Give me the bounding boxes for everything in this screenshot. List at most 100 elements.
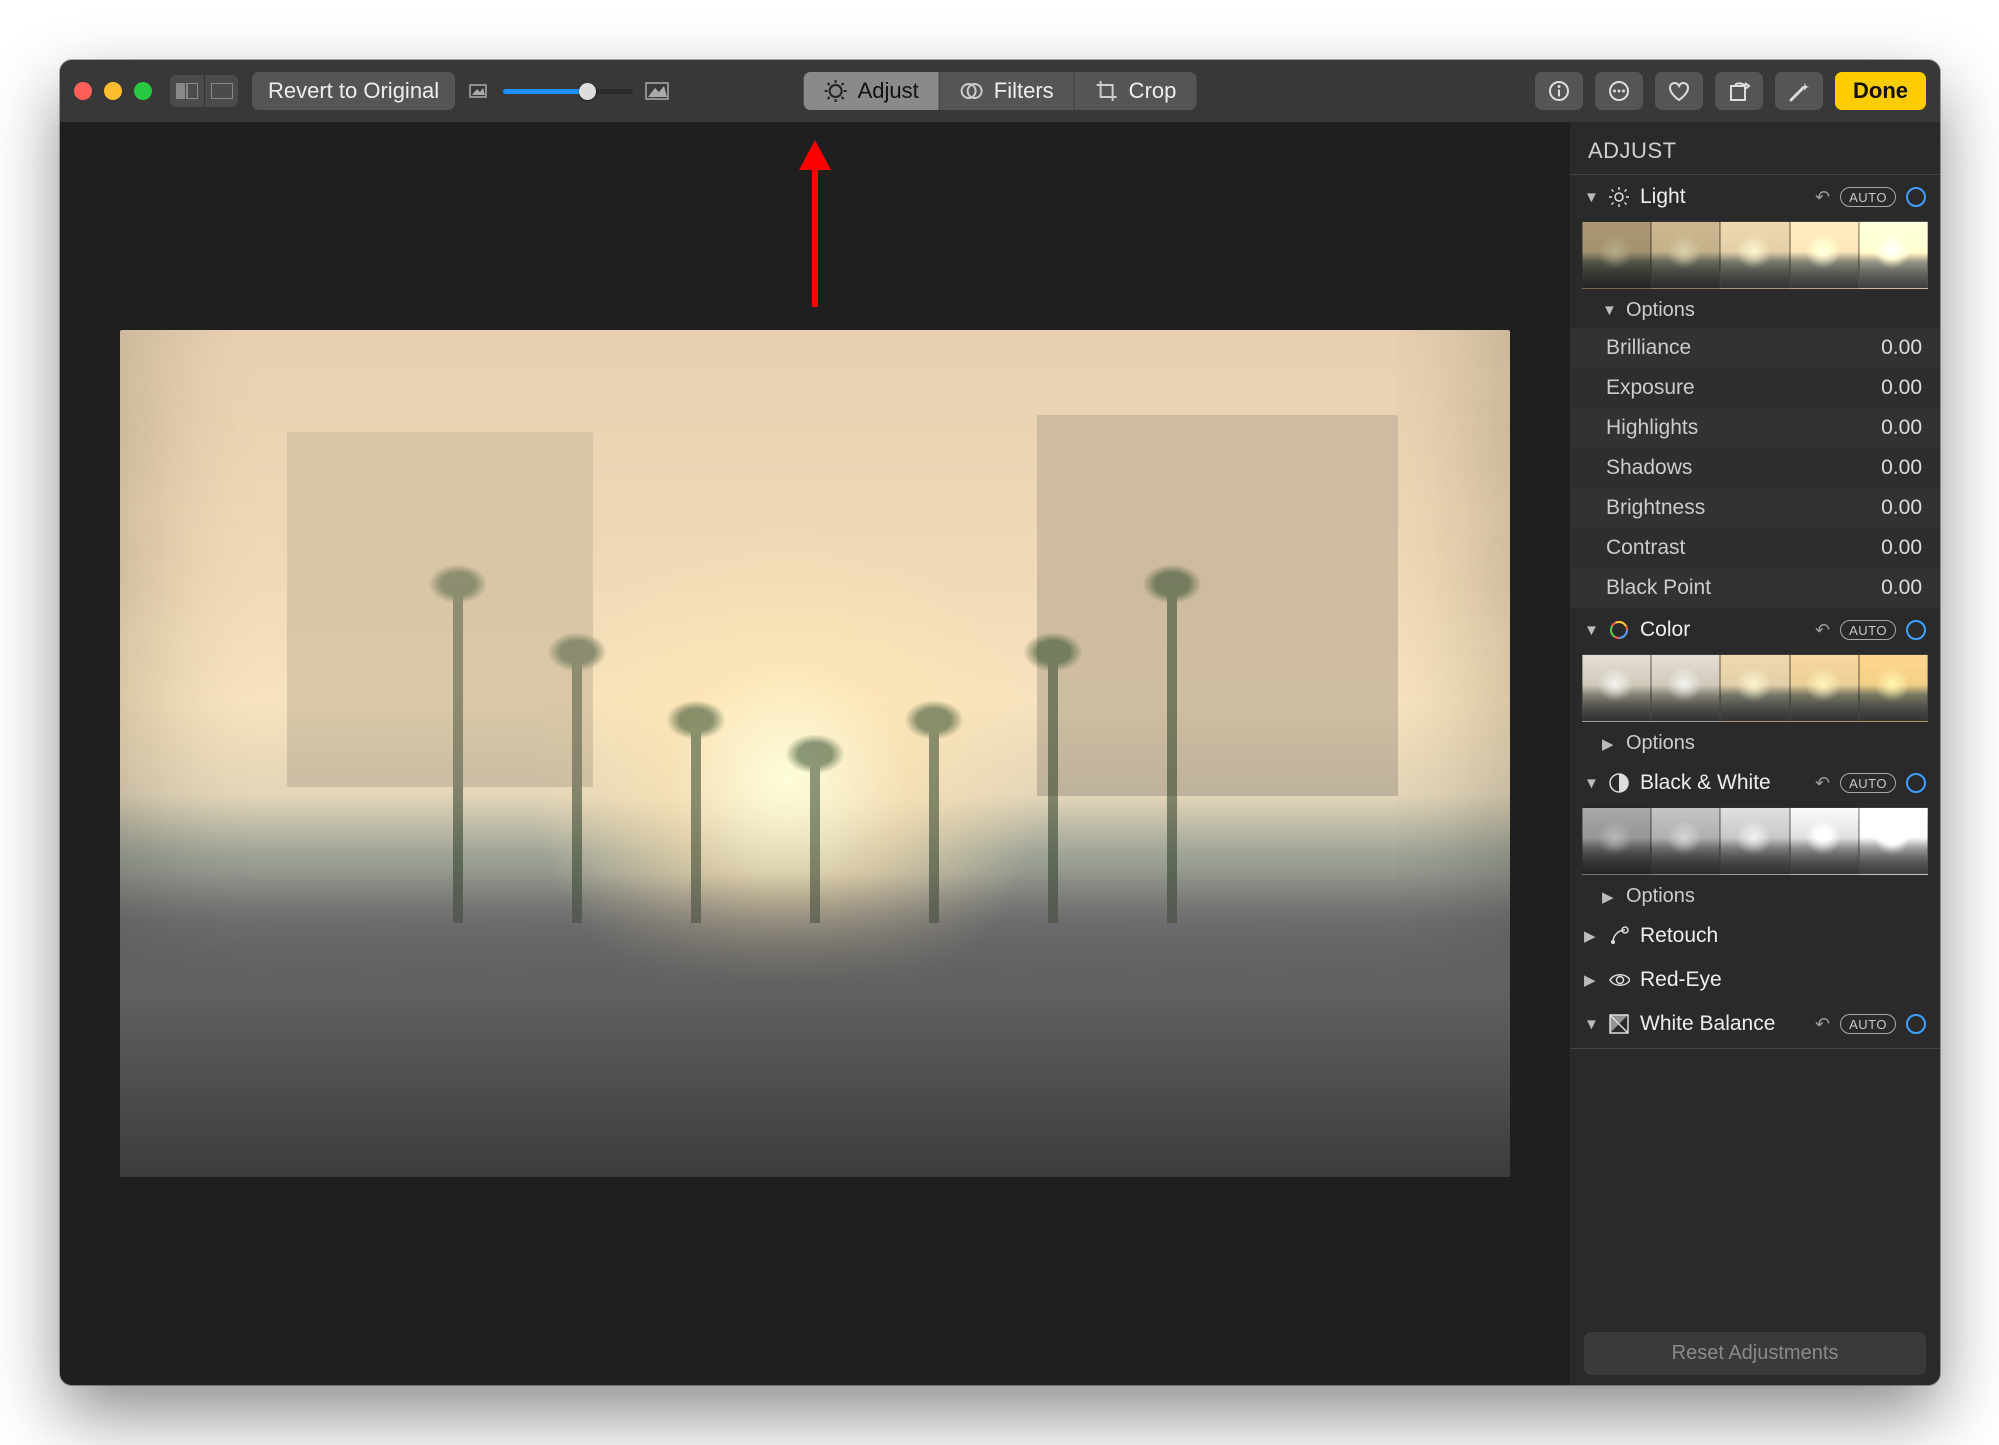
section-bw-header[interactable]: ▼ Black & White ↶ AUTO	[1570, 761, 1940, 805]
auto-wb-button[interactable]: AUTO	[1840, 1014, 1896, 1034]
light-preview-strip[interactable]	[1570, 219, 1940, 291]
info-button[interactable]	[1535, 72, 1583, 110]
row-brilliance[interactable]: Brilliance0.00	[1570, 328, 1940, 368]
tab-crop-label: Crop	[1129, 78, 1177, 104]
section-wb-header[interactable]: ▼ White Balance ↶ AUTO	[1570, 1002, 1940, 1046]
zoom-out-icon	[469, 83, 491, 99]
bw-preview-thumb[interactable]	[1720, 807, 1789, 875]
color-preview-strip[interactable]	[1570, 652, 1940, 724]
light-options-label: Options	[1626, 299, 1695, 322]
auto-light-button[interactable]: AUTO	[1840, 187, 1896, 207]
single-view-button[interactable]	[204, 75, 238, 107]
row-label: Black Point	[1606, 576, 1711, 600]
auto-enhance-button[interactable]	[1775, 72, 1823, 110]
zoom-in-icon	[645, 81, 673, 101]
bw-preview-strip[interactable]	[1570, 805, 1940, 877]
revert-label: Revert to Original	[268, 78, 439, 104]
bw-preview-thumb[interactable]	[1582, 807, 1651, 875]
favorite-button[interactable]	[1655, 72, 1703, 110]
row-label: Exposure	[1606, 376, 1695, 400]
row-brightness[interactable]: Brightness0.00	[1570, 488, 1940, 528]
light-icon	[1608, 186, 1630, 208]
bw-options-label: Options	[1626, 885, 1695, 908]
chevron-right-icon: ▶	[1602, 888, 1616, 906]
color-preview-thumb[interactable]	[1859, 654, 1928, 722]
photo-canvas[interactable]	[60, 122, 1570, 1385]
color-preview-thumb[interactable]	[1651, 654, 1720, 722]
fullscreen-window-button[interactable]	[134, 82, 152, 100]
light-preview-thumb[interactable]	[1720, 221, 1789, 289]
toolbar: Revert to Original Adjust	[60, 60, 1940, 122]
row-label: Brightness	[1606, 496, 1705, 520]
color-options-label: Options	[1626, 732, 1695, 755]
light-preview-thumb[interactable]	[1790, 221, 1859, 289]
color-preview-thumb[interactable]	[1720, 654, 1789, 722]
row-value: 0.00	[1881, 576, 1922, 600]
undo-wb-button[interactable]: ↶	[1815, 1014, 1830, 1035]
bw-preview-thumb[interactable]	[1790, 807, 1859, 875]
zoom-slider[interactable]	[469, 81, 673, 101]
undo-bw-button[interactable]: ↶	[1815, 773, 1830, 794]
view-mode-segment	[170, 75, 238, 107]
color-preview-thumb[interactable]	[1582, 654, 1651, 722]
whitebalance-icon	[1608, 1013, 1630, 1035]
tab-crop[interactable]: Crop	[1074, 72, 1197, 110]
more-button[interactable]	[1595, 72, 1643, 110]
auto-bw-button[interactable]: AUTO	[1840, 773, 1896, 793]
edit-mode-tabs: Adjust Filters Crop	[804, 72, 1197, 110]
chevron-down-icon: ▼	[1584, 775, 1598, 792]
row-value: 0.00	[1881, 536, 1922, 560]
section-light-label: Light	[1640, 185, 1686, 209]
row-highlights[interactable]: Highlights0.00	[1570, 408, 1940, 448]
rotate-button[interactable]	[1715, 72, 1763, 110]
chevron-down-icon: ▼	[1584, 1016, 1598, 1033]
row-value: 0.00	[1881, 416, 1922, 440]
row-black-point[interactable]: Black Point 0.00	[1570, 568, 1940, 608]
undo-color-button[interactable]: ↶	[1815, 620, 1830, 641]
row-contrast[interactable]: Contrast0.00	[1570, 528, 1940, 568]
undo-light-button[interactable]: ↶	[1815, 187, 1830, 208]
bw-enable-ring[interactable]	[1906, 773, 1926, 793]
color-enable-ring[interactable]	[1906, 620, 1926, 640]
section-retouch-header[interactable]: ▶ Retouch	[1570, 914, 1940, 958]
section-redeye-header[interactable]: ▶ Red-Eye	[1570, 958, 1940, 1002]
color-preview-thumb[interactable]	[1790, 654, 1859, 722]
auto-color-button[interactable]: AUTO	[1840, 620, 1896, 640]
filmstrip-view-button[interactable]	[170, 75, 204, 107]
section-retouch-label: Retouch	[1640, 924, 1718, 948]
bw-preview-thumb[interactable]	[1859, 807, 1928, 875]
reset-adjustments-button[interactable]: Reset Adjustments	[1584, 1332, 1926, 1375]
section-light-header[interactable]: ▼ Light ↶ AUTO	[1570, 175, 1940, 219]
row-value: 0.00	[1881, 376, 1922, 400]
wb-enable-ring[interactable]	[1906, 1014, 1926, 1034]
adjust-panel-scroll[interactable]: ▼ Light ↶ AUTO	[1570, 175, 1940, 1322]
light-options-toggle[interactable]: ▼ Options	[1570, 291, 1940, 328]
bw-options-toggle[interactable]: ▶ Options	[1570, 877, 1940, 914]
row-value: 0.00	[1881, 336, 1922, 360]
section-wb-label: White Balance	[1640, 1012, 1775, 1036]
retouch-icon	[1608, 925, 1630, 947]
zoom-fill	[503, 89, 585, 94]
light-enable-ring[interactable]	[1906, 187, 1926, 207]
row-label: Shadows	[1606, 456, 1692, 480]
color-icon	[1608, 619, 1630, 641]
row-shadows[interactable]: Shadows 0.00	[1570, 448, 1940, 488]
row-exposure[interactable]: Exposure 0.00	[1570, 368, 1940, 408]
done-button[interactable]: Done	[1835, 72, 1926, 110]
zoom-track[interactable]	[503, 89, 633, 94]
tab-adjust[interactable]: Adjust	[804, 72, 939, 110]
photos-edit-window: Revert to Original Adjust	[60, 60, 1940, 1385]
color-options-toggle[interactable]: ▶ Options	[1570, 724, 1940, 761]
light-preview-thumb[interactable]	[1651, 221, 1720, 289]
section-color-header[interactable]: ▼ Color ↶ AUTO	[1570, 608, 1940, 652]
light-preview-thumb[interactable]	[1859, 221, 1928, 289]
minimize-window-button[interactable]	[104, 82, 122, 100]
chevron-down-icon: ▼	[1584, 622, 1598, 639]
light-preview-thumb[interactable]	[1582, 221, 1651, 289]
bw-preview-thumb[interactable]	[1651, 807, 1720, 875]
revert-button[interactable]: Revert to Original	[252, 72, 455, 110]
zoom-thumb[interactable]	[579, 83, 596, 100]
close-window-button[interactable]	[74, 82, 92, 100]
tab-filters[interactable]: Filters	[939, 72, 1074, 110]
row-value: 0.00	[1881, 456, 1922, 480]
